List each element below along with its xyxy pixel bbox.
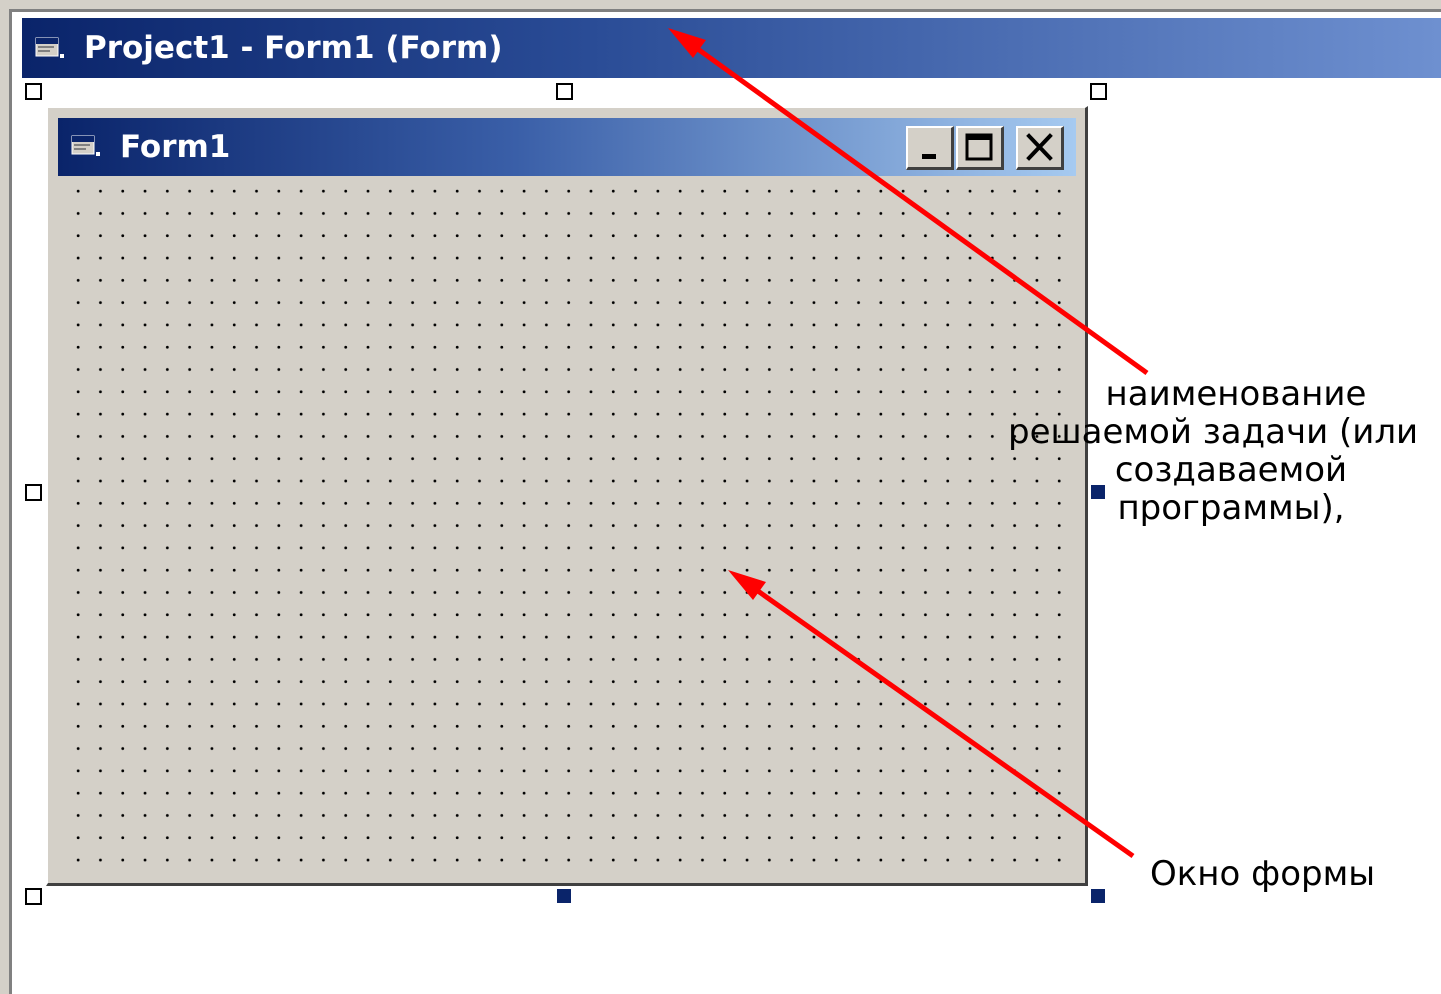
form-window[interactable]: Form1 <box>46 106 1088 886</box>
resize-handle-top-left[interactable] <box>25 83 42 100</box>
designer-title-bar[interactable]: Project1 - Form1 (Form) <box>22 18 1441 78</box>
form-design-grid[interactable] <box>58 176 1076 874</box>
resize-handle-top-right[interactable] <box>1090 83 1107 100</box>
maximize-button[interactable] <box>956 126 1004 170</box>
close-button[interactable] <box>1016 126 1064 170</box>
resize-handle-bottom-left[interactable] <box>25 888 42 905</box>
resize-handle-top-center[interactable] <box>556 83 573 100</box>
close-icon <box>1026 133 1053 161</box>
annotation-line: наименование <box>1105 374 1367 414</box>
resize-handle-middle-left[interactable] <box>25 484 42 501</box>
resize-handle-bottom-right[interactable] <box>1091 889 1105 903</box>
annotation-line: создаваемой <box>1114 450 1348 490</box>
resize-handle-bottom-center[interactable] <box>557 889 571 903</box>
minimize-icon <box>922 154 936 159</box>
form-icon <box>34 34 70 66</box>
annotation-project-name: наименование решаемой задачи (или создав… <box>1000 375 1441 527</box>
maximize-icon <box>965 133 993 161</box>
annotation-form-window: Окно формы <box>1150 854 1376 894</box>
form-title-text: Form1 <box>120 129 231 165</box>
designer-title-text: Project1 - Form1 (Form) <box>84 30 503 66</box>
annotation-line: решаемой задачи (или <box>1008 412 1419 452</box>
minimize-button[interactable] <box>906 126 954 170</box>
annotation-line: программы), <box>1117 488 1345 528</box>
form-title-bar[interactable]: Form1 <box>58 118 1076 176</box>
form-icon <box>70 132 106 164</box>
